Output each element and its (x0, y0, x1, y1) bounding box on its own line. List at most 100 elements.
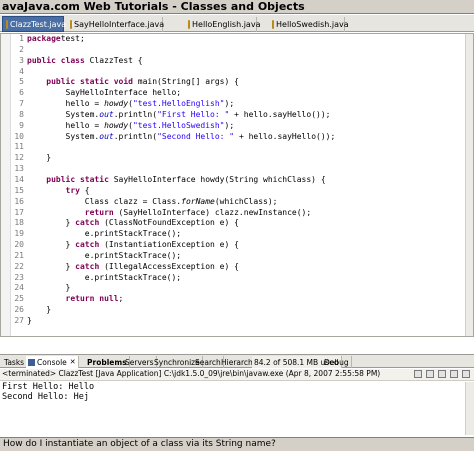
code-token: (ClassNotFoundException e) { (99, 218, 239, 228)
window-title: avaJava.com Web Tutorials - Classes and … (2, 0, 305, 13)
tab-tasks[interactable]: Tasks (2, 356, 28, 368)
code-token: out (99, 131, 114, 141)
console-icon (28, 358, 35, 366)
tab-debug[interactable]: Debug (322, 356, 352, 368)
code-token: Class clazz = Class. (27, 196, 182, 206)
terminate-icon[interactable] (414, 370, 422, 378)
line-number: 24 (14, 283, 24, 293)
code-line: packagetest; (27, 34, 467, 45)
code-line: public class ClazzTest { (27, 56, 467, 67)
code-token: howdy (104, 120, 129, 130)
code-token: e.printStackTrace(); (27, 229, 182, 239)
line-number: 26 (14, 305, 24, 315)
line-number: 8 (19, 109, 24, 119)
code-line: } catch (IllegalAccessException e) { (27, 262, 467, 273)
code-line: System.out.println("Second Hello: " + he… (27, 132, 467, 143)
line-number: 10 (14, 131, 24, 141)
code-token: } (27, 261, 76, 271)
line-number: 4 (19, 66, 24, 76)
code-token: } (27, 315, 32, 325)
code-token: (SayHelloInterface) clazz.newInstance(); (113, 207, 312, 217)
code-token: try (65, 185, 80, 195)
line-number: 18 (14, 218, 24, 228)
code-line: public static void main(String[] args) { (27, 77, 467, 88)
line-number: 15 (14, 185, 24, 195)
code-token: "Second Hello: " (157, 131, 235, 141)
code-line: } catch (ClassNotFoundException e) { (27, 218, 467, 229)
tab-label: HelloEnglish.java (192, 20, 261, 29)
tab-sayhellointerface[interactable]: SayHelloInterface.java (67, 17, 165, 32)
code-token: (IllegalAccessException e) { (99, 261, 239, 271)
tab-label: Problems (87, 357, 127, 367)
tab-label: HelloSwedish.java (276, 20, 349, 29)
code-token: test; (60, 34, 85, 43)
editor-scrollbar[interactable] (465, 34, 473, 336)
code-token: System. (27, 109, 100, 119)
code-line: public static SayHelloInterface howdy(St… (27, 175, 467, 186)
line-number: 5 (19, 77, 24, 87)
tab-helloenglish[interactable]: HelloEnglish.java (185, 17, 261, 32)
tab-clazztest[interactable]: ClazzTest.java ✕ (2, 16, 75, 32)
tab-label: Debug (324, 357, 349, 367)
code-line: e.printStackTrace(); (27, 229, 467, 240)
console-scrollbar[interactable] (465, 382, 474, 435)
tab-console[interactable]: Console ✕ (26, 356, 79, 368)
line-number: 17 (14, 207, 24, 217)
tab-label: Tasks (4, 357, 25, 367)
code-token: public class (27, 55, 85, 65)
java-file-icon (6, 19, 8, 29)
code-editor[interactable]: 1 2 3 4 5 6 7 8 9 10 11 12 13 14 15 16 17 18 19 20 21 22 23 24 2… (0, 33, 474, 337)
java-file-icon (272, 20, 274, 29)
line-number: 16 (14, 196, 24, 206)
pin-console-icon[interactable] (462, 370, 470, 378)
code-token: { (79, 185, 90, 195)
code-token: } (27, 218, 76, 228)
console-output[interactable]: First Hello: Hello Second Hello: Hej (0, 382, 474, 435)
close-icon[interactable]: ✕ (70, 358, 76, 366)
clear-console-icon[interactable] (438, 370, 446, 378)
tab-helloswedish[interactable]: HelloSwedish.java (269, 17, 349, 32)
code-token: howdy (104, 99, 129, 109)
code-token: public static void (46, 77, 133, 87)
tab-label: Console (37, 357, 67, 367)
code-token: ); (224, 120, 235, 130)
code-text[interactable]: packagetest; public class ClazzTest { pu… (27, 34, 467, 336)
code-line: return null; (27, 294, 467, 305)
code-line: } (27, 153, 467, 164)
code-line: Class clazz = Class.forName(whichClass); (27, 197, 467, 208)
line-number: 2 (19, 44, 24, 54)
code-token: e.printStackTrace(); (27, 250, 182, 260)
line-number: 12 (14, 153, 24, 163)
code-token: SayHelloInterface hello; (27, 88, 182, 98)
code-token: hello = (27, 99, 105, 109)
code-token: ); (224, 99, 235, 109)
console-toolbar (414, 370, 470, 378)
code-token: ClazzTest { (84, 55, 143, 65)
code-token: package (27, 34, 61, 43)
code-line: hello = howdy("test.HelloSwedish"); (27, 121, 467, 132)
code-line: } (27, 305, 467, 316)
code-token: (InstantiationException e) { (99, 240, 239, 250)
code-token: catch (75, 240, 100, 250)
caption-bar: How do I instantiate an object of a clas… (0, 437, 474, 451)
code-token: } (27, 153, 52, 163)
code-line: try { (27, 186, 467, 197)
line-number: 7 (19, 99, 24, 109)
code-line: SayHelloInterface hello; (27, 88, 467, 99)
line-number: 22 (14, 261, 24, 271)
view-tab-bar: Tasks Console ✕ Problems Servers Synchron… (0, 354, 474, 368)
code-token: .println( (113, 131, 158, 141)
remove-launch-icon[interactable] (426, 370, 434, 378)
scroll-lock-icon[interactable] (450, 370, 458, 378)
code-token: + hello.sayHello()); (229, 109, 331, 119)
code-token: } (27, 305, 52, 315)
line-number: 6 (19, 88, 24, 98)
tab-label: SayHelloInterface.java (74, 20, 165, 29)
line-number: 23 (14, 272, 24, 282)
